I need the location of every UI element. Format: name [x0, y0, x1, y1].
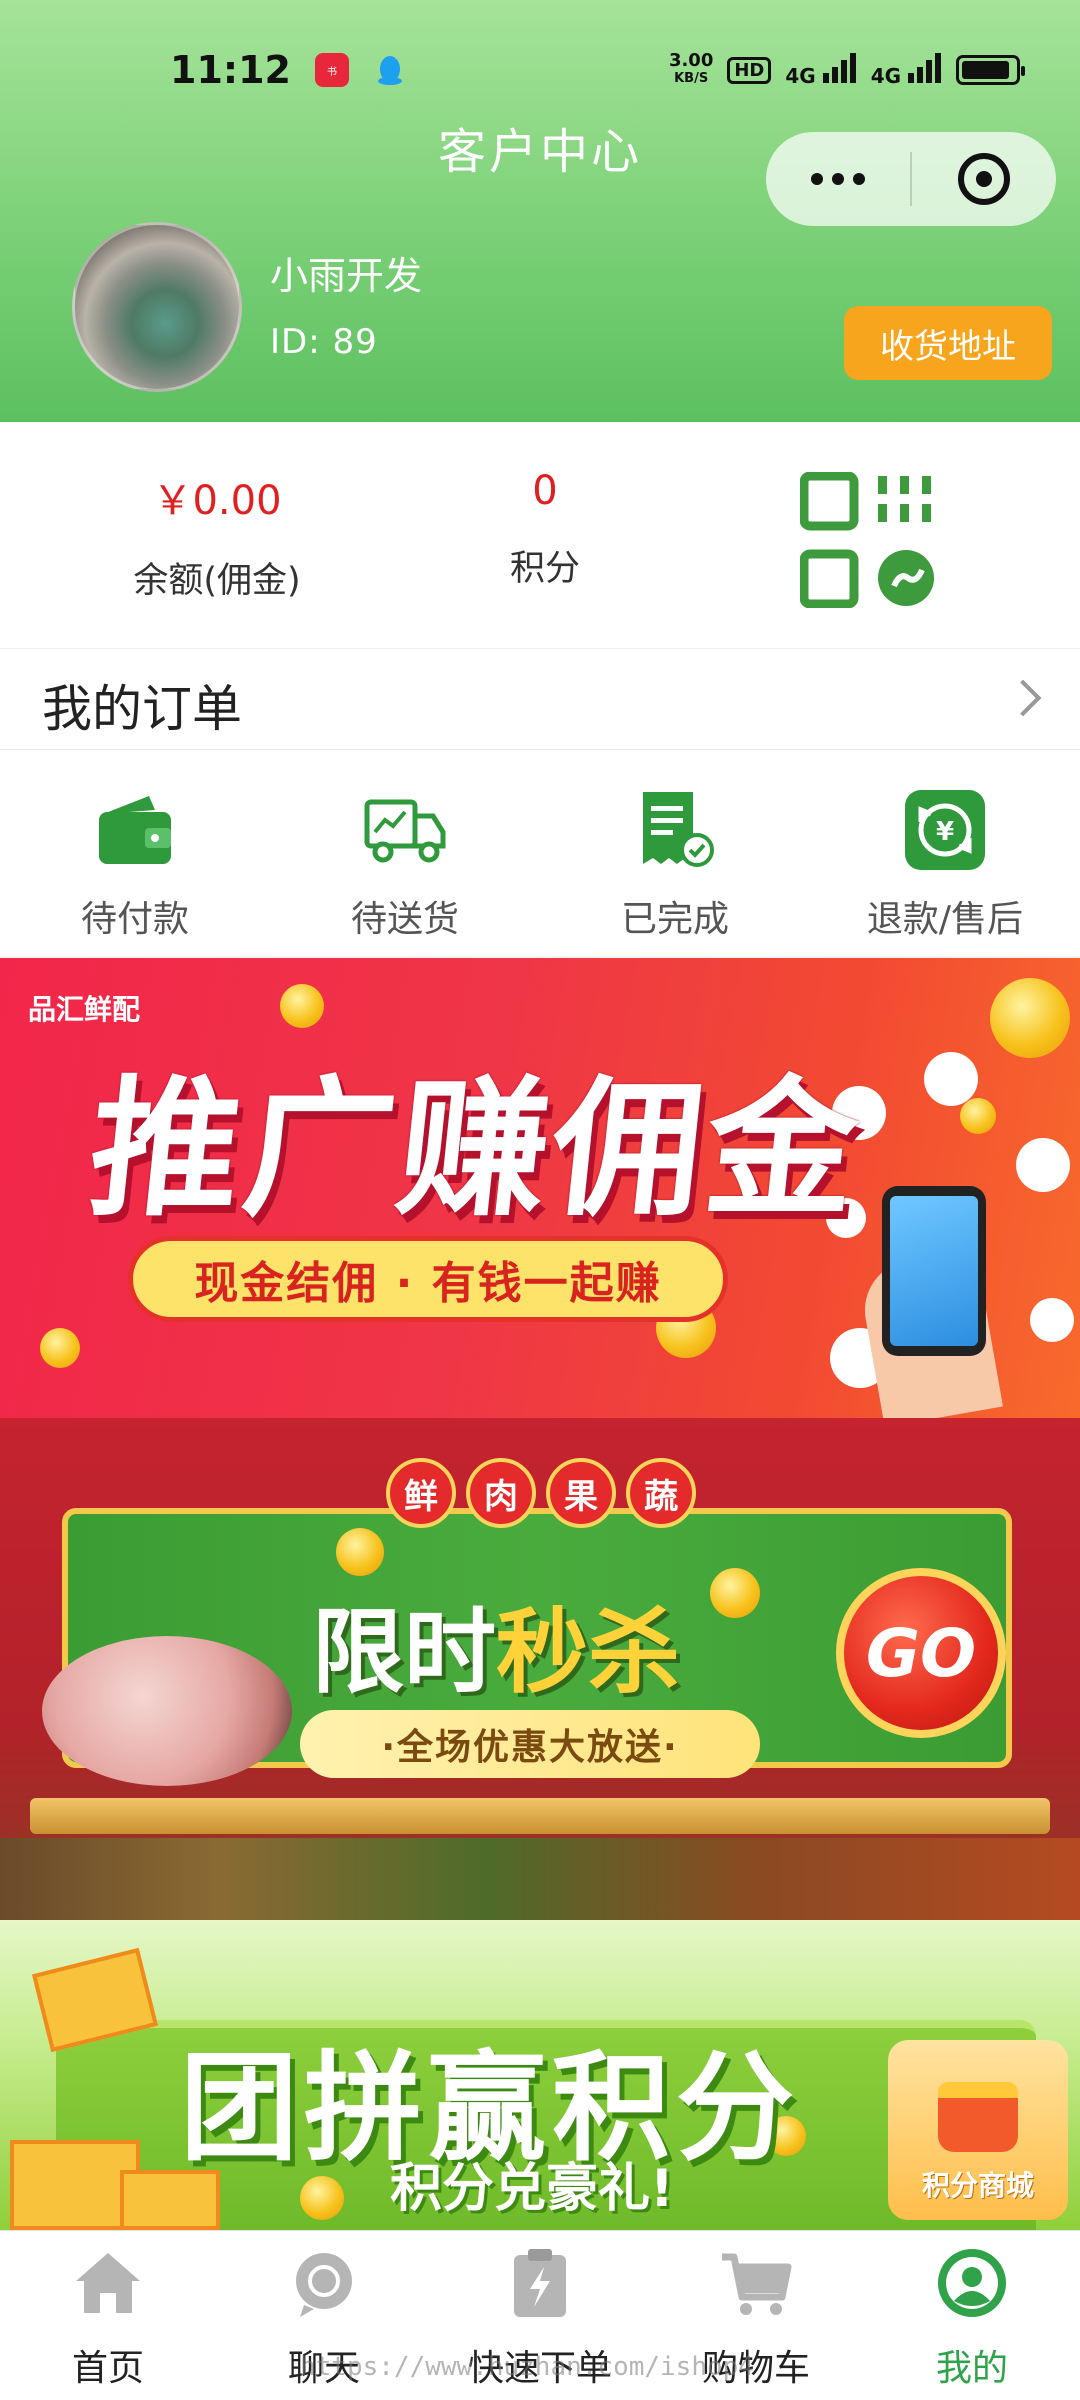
- flash-title-part-b: 秒杀: [496, 1599, 681, 1706]
- refund-icon: ¥: [905, 790, 985, 870]
- flash-sale-subtitle: ·全场优惠大放送·: [300, 1710, 760, 1778]
- watermark: https://www.huzhan.com/ishop4: [300, 2352, 754, 2382]
- category-tags: 鲜 肉 果 蔬: [386, 1458, 696, 1528]
- balance-panel: ￥0.00 余额(佣金) 0 积分: [0, 422, 1080, 648]
- flash-sale-title: 限时秒杀: [312, 1578, 680, 1711]
- coin-icon: [336, 1528, 384, 1576]
- qq-icon: [373, 53, 407, 87]
- category-tag: 鲜: [386, 1458, 456, 1528]
- points-mall-label: 积分商城: [921, 2169, 1034, 2202]
- address-button[interactable]: 收货地址: [844, 306, 1052, 380]
- status-time: 11:12: [170, 48, 291, 92]
- network-speed: 3.00 KB/S: [668, 50, 714, 87]
- receipt-check-icon: [643, 792, 714, 867]
- svg-text:¥: ¥: [936, 817, 954, 847]
- battery-icon: [956, 55, 1025, 85]
- xiaohongshu-icon: 书: [314, 53, 349, 87]
- wallet-icon: [99, 796, 171, 864]
- chevron-right-icon: [1004, 679, 1042, 717]
- go-button[interactable]: GO: [836, 1568, 1006, 1738]
- meat-image: [42, 1636, 292, 1786]
- music-bubble-icon: [924, 1052, 978, 1106]
- close-miniprogram-button[interactable]: [912, 153, 1056, 205]
- category-tag: 蔬: [626, 1458, 696, 1528]
- coin-icon: [960, 1098, 996, 1134]
- group-buy-subtitle: 积分兑豪礼!: [390, 2159, 674, 2219]
- signal-4g-icon-2: 4G: [871, 52, 942, 88]
- order-status-row: 待付款 待送货 已完成 ¥ 退款/售后: [0, 750, 1080, 956]
- coin-icon: [40, 1328, 80, 1368]
- points-mall-button[interactable]: 积分商城: [888, 2040, 1068, 2220]
- order-status-label: 待付款: [80, 899, 189, 940]
- flash-title-part-a: 限时: [312, 1599, 497, 1706]
- wooden-shelf: [30, 1798, 1050, 1834]
- promo-title: 推广赚佣金: [81, 1063, 870, 1237]
- my-orders-title: 我的订单: [42, 680, 242, 738]
- home-icon: [76, 2253, 140, 2313]
- promo-commission-banner[interactable]: 品汇鲜配 推广赚佣金 现金结佣 · 有钱一起赚: [0, 958, 1080, 1418]
- user-name: 小雨开发: [270, 254, 423, 298]
- order-status-label: 待送货: [350, 899, 459, 940]
- group-buy-points-banner[interactable]: 团拼赢积分 积分兑豪礼! 积分商城: [0, 1920, 1080, 2230]
- quick-order-icon: [514, 2249, 566, 2317]
- order-status-label: 已完成: [620, 899, 729, 940]
- order-refund[interactable]: ¥ 退款/售后: [810, 750, 1080, 956]
- phone-graphic: [882, 1186, 986, 1356]
- truck-icon: [364, 799, 446, 863]
- balance-item[interactable]: ￥0.00 余额(佣金): [112, 468, 322, 603]
- order-status-label: 退款/售后: [866, 899, 1024, 940]
- hd-icon: HD: [727, 56, 772, 84]
- cart-icon: [722, 2253, 792, 2315]
- close-target-icon: [958, 153, 1010, 205]
- brand-label: 品汇鲜配: [28, 993, 141, 1026]
- profile-icon: [938, 2249, 1006, 2317]
- header: 11:12 书 3.00 KB/S HD 4G 4G 客户中心 小雨开发 ID:…: [0, 0, 1080, 422]
- cloud-bubble-icon: [1016, 1138, 1070, 1192]
- order-completed[interactable]: 已完成: [540, 750, 810, 956]
- balance-label: 余额(佣金): [133, 561, 301, 601]
- tab-home[interactable]: 首页: [0, 2231, 216, 2400]
- coin-icon: [990, 978, 1070, 1058]
- vegetables-background: [0, 1838, 1080, 1920]
- miniprogram-capsule: [766, 132, 1056, 226]
- flash-sale-banner[interactable]: 鲜 肉 果 蔬 限时秒杀 ·全场优惠大放送· GO: [0, 1418, 1080, 1920]
- points-value: 0: [532, 468, 558, 514]
- battery-fill: [962, 61, 1009, 79]
- category-tag: 果: [546, 1458, 616, 1528]
- points-item[interactable]: 0 积分: [470, 468, 620, 591]
- order-pending-payment[interactable]: 待付款: [0, 750, 270, 956]
- coin-icon: [710, 1568, 760, 1618]
- coin-icon: [280, 984, 324, 1028]
- qr-code-icon[interactable]: [800, 472, 936, 608]
- category-tag: 肉: [466, 1458, 536, 1528]
- more-options-button[interactable]: [766, 173, 910, 185]
- order-pending-delivery[interactable]: 待送货: [270, 750, 540, 956]
- balance-amount: ￥0.00: [152, 478, 282, 524]
- points-label: 积分: [509, 549, 580, 589]
- user-id: ID: 89: [270, 322, 378, 362]
- lock-bubble-icon: [1030, 1298, 1074, 1342]
- avatar[interactable]: [72, 222, 242, 392]
- tab-label: 我的: [935, 2348, 1008, 2389]
- tab-profile[interactable]: 我的: [864, 2231, 1080, 2400]
- signal-4g-icon: 4G: [785, 52, 856, 88]
- tab-label: 首页: [71, 2348, 144, 2389]
- chat-icon: [296, 2253, 352, 2317]
- my-orders-header[interactable]: 我的订单: [0, 648, 1080, 750]
- shop-icon: [938, 2082, 1018, 2152]
- promo-subtitle: 现金结佣 · 有钱一起赚: [128, 1236, 728, 1322]
